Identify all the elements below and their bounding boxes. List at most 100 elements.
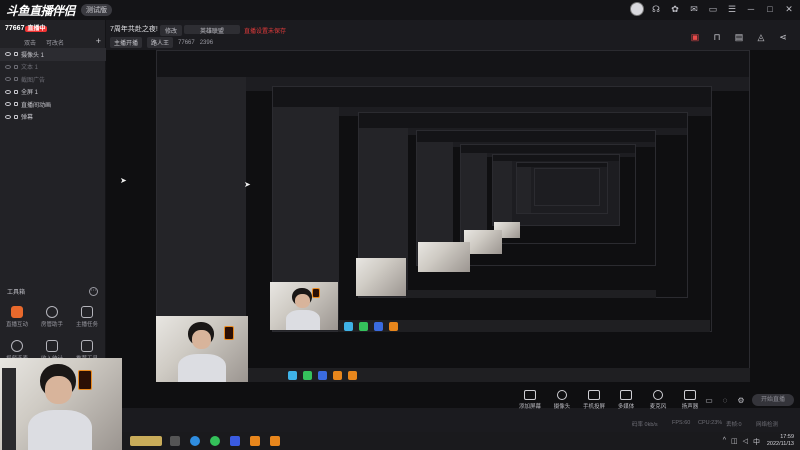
- nested-taskbar: [406, 290, 656, 298]
- maximize-icon[interactable]: □: [763, 2, 777, 16]
- add-screen-button[interactable]: 添加屏幕: [516, 390, 544, 410]
- webcam-thumbnail: [156, 316, 248, 382]
- headset-icon[interactable]: ☊: [649, 2, 663, 16]
- category-select[interactable]: 英雄联盟: [184, 25, 240, 35]
- warning-text: 直播设置未保存: [244, 29, 287, 35]
- lock-icon[interactable]: [14, 52, 18, 57]
- stream-title[interactable]: 7周年共赴之夜!: [110, 24, 158, 34]
- eye-icon[interactable]: [5, 52, 11, 57]
- screen-icon: [524, 390, 536, 400]
- video-link-icon: [11, 340, 23, 352]
- source-item[interactable]: 直播间动画: [0, 98, 106, 111]
- edit-title-button[interactable]: 修改: [160, 25, 183, 36]
- input-method-icon[interactable]: 中: [753, 437, 760, 447]
- phone-cast-button[interactable]: 手机投屏: [580, 390, 608, 410]
- add-scene-icon[interactable]: +: [96, 36, 101, 46]
- gift-icon[interactable]: ✿: [668, 2, 682, 16]
- title-actions: ☊ ✿ ✉ ▭ ☰ ─ □ ✕: [630, 2, 796, 16]
- camera-button[interactable]: 摄像头: [548, 390, 576, 410]
- anchor-task-icon: [81, 306, 93, 318]
- clock[interactable]: 17:59 2022/11/13: [767, 434, 794, 448]
- app-icon[interactable]: [230, 436, 240, 446]
- start-live-button[interactable]: 开始直播: [752, 394, 794, 406]
- lock-icon[interactable]: [14, 102, 18, 107]
- toolbox-label: 工具箱: [7, 290, 26, 296]
- edge-icon[interactable]: [190, 436, 200, 446]
- source-item[interactable]: 截图广告: [0, 73, 106, 86]
- settings-icon[interactable]: ☰: [725, 2, 739, 16]
- source-item[interactable]: 弹幕: [0, 111, 106, 124]
- gift-box-icon[interactable]: ▣: [688, 30, 702, 44]
- more-icon[interactable]: ⋯: [89, 287, 98, 296]
- chevron-up-icon[interactable]: ^: [723, 437, 726, 447]
- douyu-icon[interactable]: [250, 436, 260, 446]
- download-icon: [46, 340, 58, 352]
- bell-icon[interactable]: ◬: [754, 30, 768, 44]
- tab-scene-2[interactable]: 可改名: [46, 38, 64, 47]
- source-item[interactable]: 全屏 1: [0, 86, 106, 99]
- media-button[interactable]: 多媒体: [612, 390, 640, 410]
- eye-icon[interactable]: [5, 64, 11, 69]
- tab-scene-1[interactable]: 双击: [24, 38, 36, 47]
- mini-controls: ▭ ◌ ⚙: [704, 395, 746, 405]
- sub-tag[interactable]: 路人王: [147, 37, 174, 48]
- eye-icon[interactable]: [5, 77, 11, 82]
- network-icon[interactable]: ◫: [731, 437, 738, 447]
- tool-anchor-task[interactable]: 主播任务: [73, 306, 101, 328]
- app-logo: 斗鱼直播伴侣: [6, 3, 76, 18]
- source-item[interactable]: 文本 1: [0, 61, 106, 74]
- taskbar-thumbnail[interactable]: [130, 436, 162, 446]
- source-list: 摄像头 1 文本 1 截图广告 全屏 1 直播间动画 弹幕: [0, 48, 106, 123]
- mouse-cursor-icon: ➤: [244, 180, 251, 189]
- lock-icon[interactable]: ⊓: [710, 30, 724, 44]
- webcam-thumbnail: [356, 258, 406, 296]
- mouse-cursor-icon: ➤: [120, 176, 127, 185]
- speaker-icon: [684, 390, 696, 400]
- webcam-overlay[interactable]: [0, 358, 122, 450]
- admin-assistant-icon: [46, 306, 58, 318]
- pause-icon[interactable]: ◌: [720, 395, 730, 405]
- close-icon[interactable]: ✕: [782, 2, 796, 16]
- volume-icon[interactable]: ◁: [743, 437, 748, 447]
- sub-label[interactable]: 主播开播: [110, 37, 143, 48]
- streaming-app: 斗鱼直播伴侣 测试版 ☊ ✿ ✉ ▭ ☰ ─ □ ✕ 77667 直播中 双击 可…: [0, 0, 800, 450]
- mic-button[interactable]: 麦克风: [644, 390, 672, 410]
- settings-icon[interactable]: ⚙: [736, 395, 746, 405]
- tool-live-interact[interactable]: 直播互动: [3, 306, 31, 328]
- eye-icon[interactable]: [5, 102, 11, 107]
- version-badge[interactable]: 测试版: [81, 4, 113, 16]
- tool-admin-assistant[interactable]: 房管助手: [38, 306, 66, 328]
- lock-icon[interactable]: [14, 64, 18, 69]
- minimize-icon[interactable]: ─: [744, 2, 758, 16]
- source-item[interactable]: 摄像头 1: [0, 48, 106, 61]
- stream-preview[interactable]: ➤ ➤: [106, 50, 800, 408]
- task-view-icon[interactable]: [170, 436, 180, 446]
- mail-icon[interactable]: ✉: [687, 2, 701, 16]
- card-icon[interactable]: ▤: [732, 30, 746, 44]
- system-tray: ^ ◫ ◁ 中: [723, 437, 760, 447]
- media-icon: [620, 390, 632, 400]
- eye-icon[interactable]: [5, 89, 11, 94]
- drop-text: 丢帧:0: [726, 422, 742, 428]
- os-taskbar: ^ ◫ ◁ 中 17:59 2022/11/13: [122, 432, 800, 450]
- webcam-thumbnail: [418, 242, 470, 272]
- lock-icon[interactable]: [14, 77, 18, 82]
- phone-cast-icon: [588, 390, 600, 400]
- speaker-button[interactable]: 扬声器: [676, 390, 704, 410]
- douyu-companion-icon[interactable]: [270, 436, 280, 446]
- live-tag: 直播中: [25, 26, 48, 32]
- lock-icon[interactable]: [14, 89, 18, 94]
- record-icon[interactable]: ▭: [704, 395, 714, 405]
- bitrate-text: 码率 0kb/s: [632, 422, 658, 428]
- recursive-screen: [534, 168, 600, 206]
- share-icon[interactable]: ⋖: [776, 30, 790, 44]
- eye-icon[interactable]: [5, 114, 11, 119]
- window-icon[interactable]: ▭: [706, 2, 720, 16]
- title-bar: 斗鱼直播伴侣 测试版 ☊ ✿ ✉ ▭ ☰ ─ □ ✕: [0, 0, 800, 20]
- lock-icon[interactable]: [14, 114, 18, 119]
- wechat-icon[interactable]: [210, 436, 220, 446]
- network-check-link[interactable]: 网络检测: [756, 420, 778, 428]
- user-avatar[interactable]: [630, 2, 644, 16]
- cpu-text: CPU:23%: [698, 420, 723, 426]
- webcam-thumbnail: [270, 282, 338, 330]
